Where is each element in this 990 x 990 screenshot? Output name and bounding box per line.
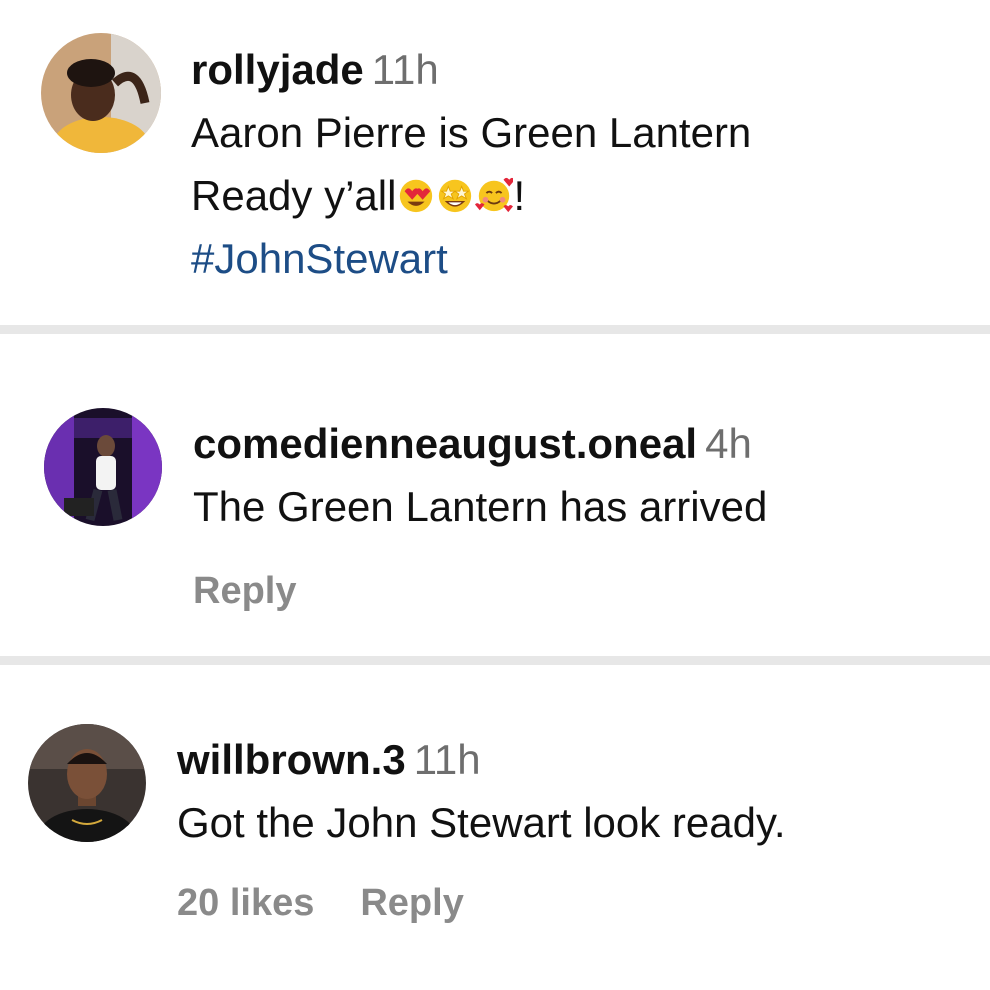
star-struck-emoji-icon: [436, 176, 474, 214]
avatar-photo-icon: [41, 33, 161, 153]
timestamp: 11h: [413, 736, 481, 783]
comment-header: comedienneaugust.oneal 4h: [193, 412, 767, 475]
comment-header: willbrown.3 11h: [177, 728, 786, 791]
smiling-face-with-hearts-emoji-icon: [475, 176, 514, 214]
avatar-photo-icon: [28, 724, 146, 842]
divider: [0, 656, 990, 665]
username[interactable]: rollyjade: [191, 46, 364, 93]
avatar[interactable]: [41, 33, 161, 153]
username[interactable]: comedienneaugust.oneal: [193, 420, 697, 467]
comment-text: The Green Lantern has arrived: [193, 483, 768, 530]
comments-list: rollyjade 11h Aaron Pierre is Green Lante…: [0, 0, 990, 990]
avatar[interactable]: [28, 724, 146, 842]
comment-item: comedienneaugust.oneal 4h The Green Lante…: [0, 334, 990, 656]
comment-text-fragment: Ready y’all: [191, 172, 397, 219]
hashtag-link[interactable]: #JohnStewart: [191, 227, 751, 290]
comment-text: Aaron Pierre is Green Lantern: [191, 109, 752, 156]
comment-text-line: Ready y’all!: [191, 164, 751, 227]
likes-count[interactable]: 20 likes: [177, 882, 314, 924]
comment-header: rollyjade 11h: [191, 38, 751, 101]
avatar-photo-icon: [44, 408, 162, 526]
divider: [0, 325, 990, 334]
comment-actions: Reply: [193, 570, 767, 613]
username[interactable]: willbrown.3: [177, 736, 406, 783]
heart-eyes-emoji-icon: [397, 176, 435, 214]
timestamp: 11h: [371, 46, 439, 93]
comment-actions: 20 likes Reply: [177, 882, 786, 925]
reply-button[interactable]: Reply: [193, 570, 296, 612]
comment-item: willbrown.3 11h Got the John Stewart look…: [0, 665, 990, 990]
hashtag[interactable]: #JohnStewart: [191, 235, 448, 282]
comment-text: Got the John Stewart look ready.: [177, 799, 786, 846]
reply-button[interactable]: Reply: [360, 882, 463, 924]
comment-text-fragment: !: [513, 172, 526, 219]
avatar[interactable]: [44, 408, 162, 526]
timestamp: 4h: [705, 420, 752, 467]
comment-item: rollyjade 11h Aaron Pierre is Green Lante…: [0, 0, 990, 325]
